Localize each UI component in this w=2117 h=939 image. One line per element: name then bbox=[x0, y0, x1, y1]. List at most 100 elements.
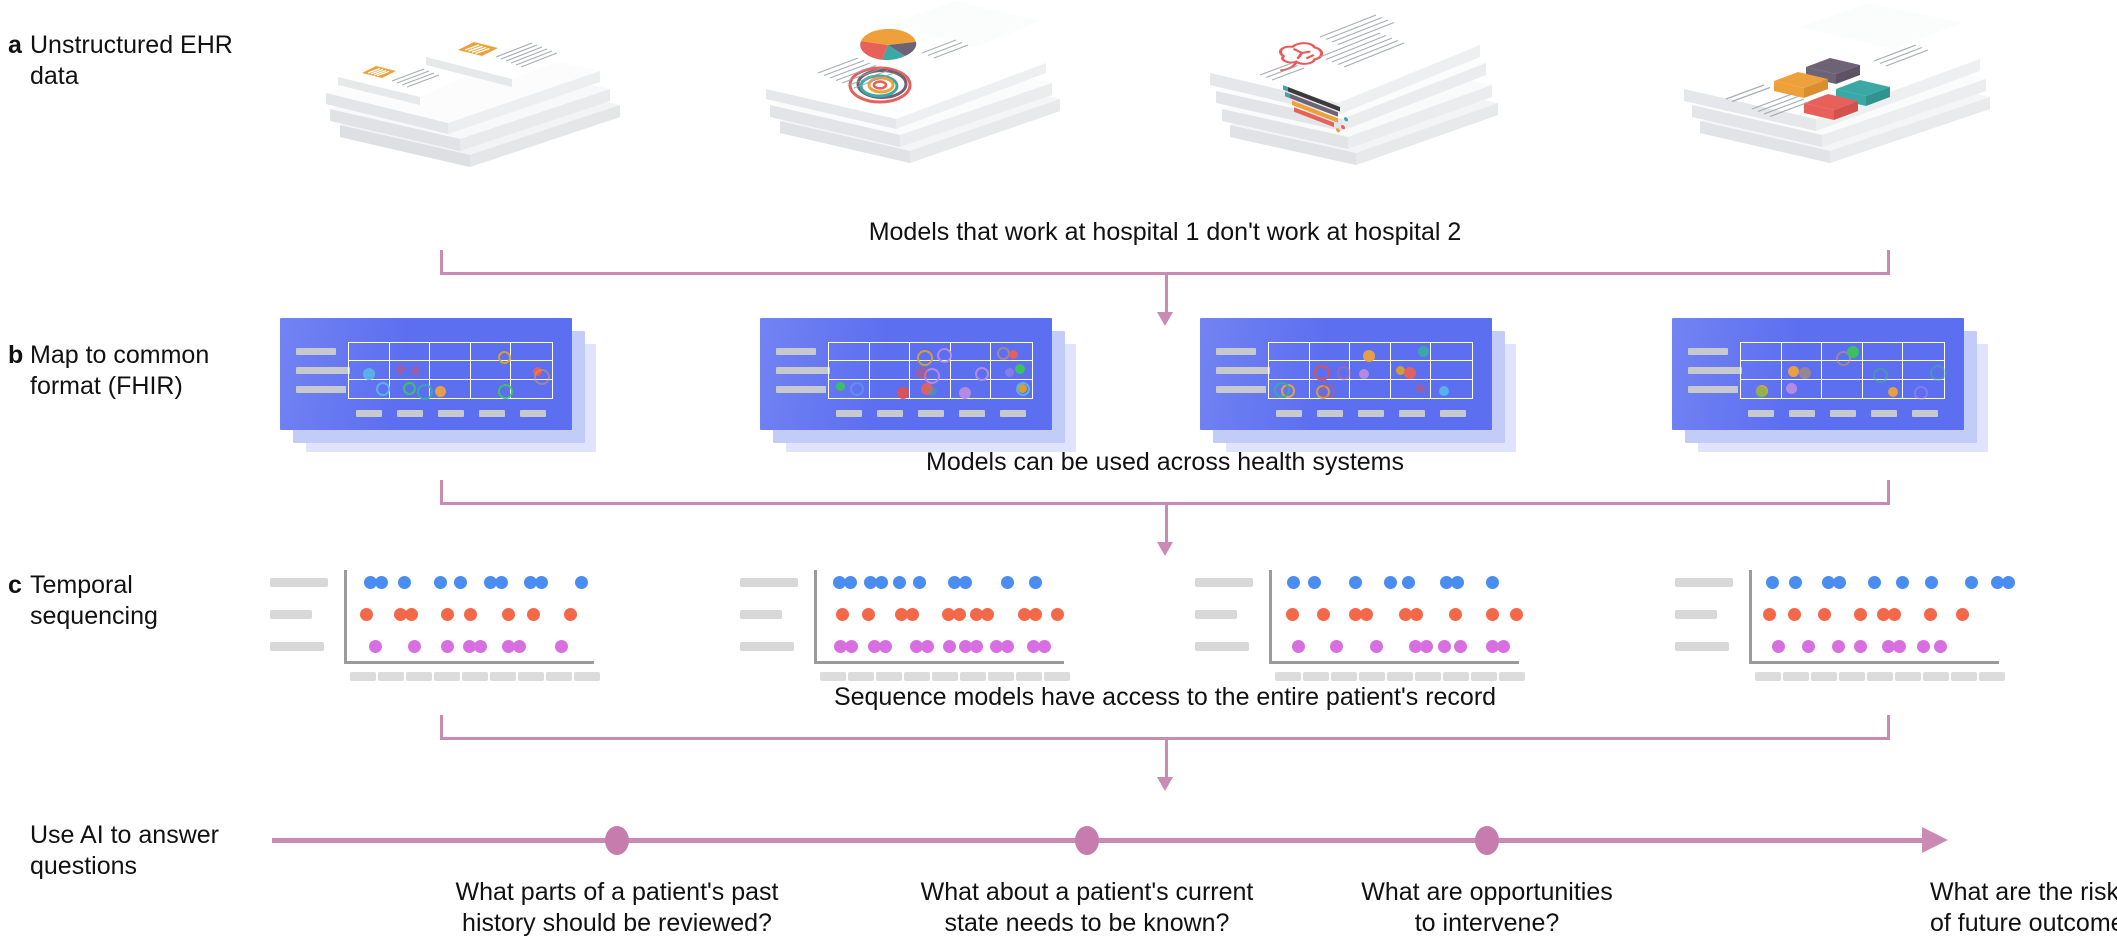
card-data-dot bbox=[1847, 345, 1860, 358]
card-grid-cell bbox=[1741, 343, 1782, 362]
doc-stack-1 bbox=[300, 5, 630, 167]
seq-event-dot bbox=[1917, 640, 1931, 653]
seq-event-dot bbox=[574, 576, 588, 589]
fhir-card-4 bbox=[1672, 318, 1988, 453]
card-data-dot bbox=[1929, 364, 1946, 381]
card-grid-cell bbox=[1822, 361, 1863, 380]
seq-row-label-1 bbox=[1195, 578, 1253, 587]
card-axis-tick bbox=[1399, 410, 1425, 417]
seq-event-dot bbox=[1453, 640, 1467, 653]
seq-event-dot bbox=[981, 608, 995, 621]
seq-event-dot bbox=[1359, 608, 1373, 621]
panel-d-label-l2: questions bbox=[30, 852, 138, 880]
card-row-label-1 bbox=[1688, 348, 1728, 355]
card-data-dot bbox=[1404, 367, 1417, 380]
sequence-chart-1 bbox=[270, 560, 600, 681]
seq-y-axis bbox=[344, 570, 347, 664]
card-grid-cell bbox=[1822, 343, 1863, 366]
seq-x-tick bbox=[1275, 672, 1301, 681]
card-data-dot bbox=[1755, 386, 1768, 399]
card-axis-tick bbox=[1871, 410, 1897, 417]
seq-event-dot bbox=[1766, 576, 1780, 589]
card-grid-cell bbox=[1862, 343, 1904, 362]
card-axis-tick bbox=[438, 410, 464, 417]
seq-x-tick bbox=[1471, 672, 1497, 681]
card-grid-cell bbox=[390, 379, 433, 400]
seq-x-tick bbox=[1811, 672, 1837, 681]
bracket-1-arrowhead bbox=[1157, 312, 1173, 326]
seq-row-label-2 bbox=[1195, 610, 1237, 619]
card-data-dot bbox=[1273, 381, 1290, 398]
seq-x-tick bbox=[820, 672, 846, 681]
card-grid-cell bbox=[910, 343, 953, 367]
seq-event-dot bbox=[1933, 640, 1947, 653]
seq-event-dot bbox=[942, 640, 956, 653]
seq-event-dot bbox=[1788, 608, 1802, 621]
card-grid-cell bbox=[991, 343, 1032, 362]
seq-event-dot bbox=[1888, 608, 1902, 621]
card-data-dot bbox=[410, 366, 420, 376]
card-axis-tick bbox=[356, 410, 382, 417]
doc-stack-3 bbox=[1180, 5, 1510, 165]
seq-row-label-3 bbox=[740, 642, 794, 651]
card-grid-cell bbox=[1741, 379, 1782, 399]
seq-event-dot bbox=[434, 576, 448, 589]
seq-event-dot bbox=[1316, 608, 1330, 621]
seq-x-tick bbox=[490, 672, 516, 681]
card-data-dot bbox=[1799, 366, 1812, 379]
seq-event-dot bbox=[1369, 640, 1383, 653]
card-grid-cell bbox=[829, 361, 870, 380]
card-grid bbox=[1740, 342, 1946, 401]
card-axis-tick bbox=[1358, 410, 1384, 417]
card-grid-cell bbox=[1269, 343, 1310, 362]
seq-x-tick bbox=[1016, 672, 1042, 681]
question-4-line-1: What are the risks bbox=[1930, 878, 2117, 906]
seq-event-dot bbox=[1419, 640, 1433, 653]
card-layer-front bbox=[280, 318, 572, 430]
card-grid-cell bbox=[430, 343, 471, 362]
seq-x-tick bbox=[904, 672, 930, 681]
seq-event-dot bbox=[1437, 640, 1451, 653]
card-grid-cell bbox=[430, 361, 471, 380]
panel-b-label-l2: format (FHIR) bbox=[30, 372, 183, 400]
card-grid-cell bbox=[1350, 379, 1391, 398]
panel-a-label-l2: data bbox=[30, 62, 79, 90]
seq-event-dot bbox=[1965, 576, 1979, 589]
panel-c-label: c Temporal sequencing bbox=[8, 570, 240, 632]
seq-event-dot bbox=[502, 608, 516, 621]
seq-row-label-2 bbox=[1675, 610, 1717, 619]
seq-row-label-3 bbox=[1675, 642, 1729, 651]
timeline-node-3[interactable] bbox=[1475, 826, 1499, 855]
seq-event-dot bbox=[1051, 608, 1065, 621]
card-data-dot bbox=[1786, 382, 1798, 394]
seq-x-tick bbox=[406, 672, 432, 681]
seq-x-tick bbox=[1415, 672, 1441, 681]
seq-x-tick bbox=[462, 672, 488, 681]
seq-event-dot bbox=[1892, 640, 1906, 653]
card-row-label-2 bbox=[296, 367, 350, 374]
card-grid-cell bbox=[910, 379, 951, 398]
card-row-label-2 bbox=[776, 367, 830, 374]
question-label-3: What are opportunities to intervene? bbox=[1317, 877, 1657, 939]
card-data-dot bbox=[1358, 368, 1369, 379]
card-data-dot bbox=[835, 381, 845, 391]
card-row-label-1 bbox=[1216, 348, 1256, 355]
timeline-node-1[interactable] bbox=[605, 826, 629, 855]
seq-event-dot bbox=[1285, 608, 1299, 621]
card-data-dot bbox=[849, 381, 864, 396]
seq-event-dot bbox=[952, 608, 966, 621]
seq-event-dot bbox=[1925, 576, 1939, 589]
question-2-line-1: What about a patient's current bbox=[920, 878, 1254, 906]
seq-y-axis bbox=[1749, 570, 1752, 664]
seq-row-label-1 bbox=[740, 578, 798, 587]
card-data-dot bbox=[1005, 367, 1015, 377]
card-grid-cell bbox=[1269, 379, 1310, 399]
timeline-node-2[interactable] bbox=[1075, 826, 1099, 855]
card-grid-cell bbox=[1390, 361, 1432, 380]
panel-d-label: Use AI to answer questions bbox=[30, 820, 250, 882]
card-grid-cell bbox=[1822, 379, 1863, 398]
seq-x-tick bbox=[1839, 672, 1865, 681]
seq-event-dot bbox=[398, 576, 412, 589]
card-grid-cell bbox=[869, 361, 911, 380]
seq-x-tick bbox=[932, 672, 958, 681]
